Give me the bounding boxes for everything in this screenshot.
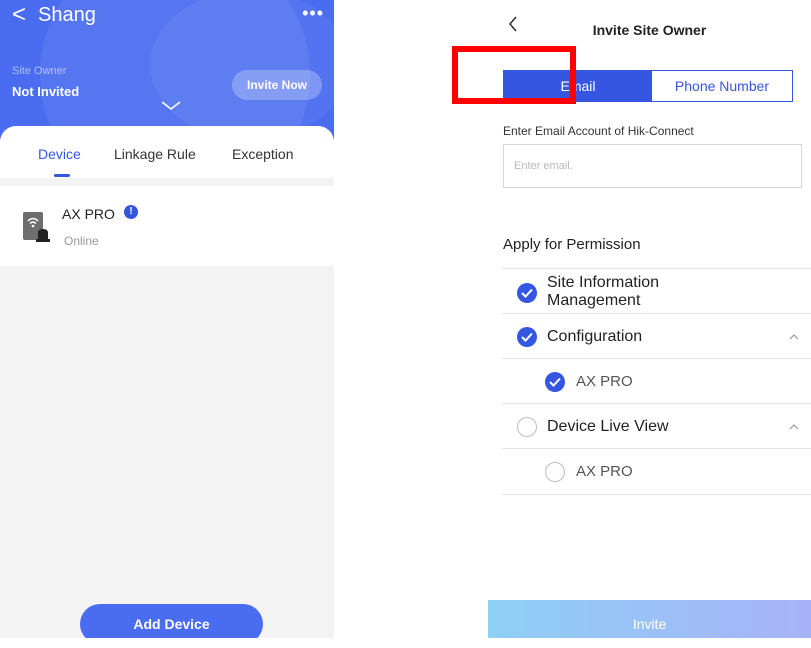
- active-tab-indicator: [54, 174, 70, 177]
- alert-icon[interactable]: !: [124, 205, 138, 219]
- chevron-up-icon[interactable]: [789, 334, 799, 340]
- permission-label: AX PRO: [576, 463, 633, 480]
- permission-configuration[interactable]: Configuration: [502, 313, 811, 359]
- alarm-panel-icon: [23, 212, 50, 242]
- tab-exception[interactable]: Exception: [232, 146, 293, 162]
- tab-device[interactable]: Device: [38, 146, 81, 162]
- invite-button[interactable]: Invite: [488, 600, 811, 638]
- annotation-highlight-box: [452, 46, 576, 104]
- device-status: Online: [64, 234, 99, 248]
- permission-site-information-management[interactable]: Site Information Management: [502, 268, 811, 314]
- checked-icon: [517, 327, 537, 347]
- site-owner-status: Not Invited: [12, 84, 80, 99]
- device-list-item[interactable]: AX PRO ! Online: [0, 186, 334, 266]
- checked-icon: [517, 283, 537, 303]
- permission-label: AX PRO: [576, 373, 633, 390]
- permission-configuration-ax-pro[interactable]: AX PRO: [502, 358, 811, 404]
- invite-now-button[interactable]: Invite Now: [232, 70, 322, 100]
- permission-label: Device Live View: [547, 418, 669, 435]
- tab-linkage-rule[interactable]: Linkage Rule: [114, 146, 196, 162]
- device-name: AX PRO: [62, 206, 115, 222]
- permission-device-live-view[interactable]: Device Live View: [502, 403, 811, 449]
- permission-live-view-ax-pro[interactable]: AX PRO: [502, 448, 811, 495]
- permission-label-line2: Management: [547, 292, 641, 309]
- more-options-icon[interactable]: •••: [302, 0, 324, 26]
- segment-phone-number[interactable]: Phone Number: [652, 71, 792, 101]
- add-device-button[interactable]: Add Device: [80, 604, 263, 638]
- permission-label-line1: Site Information: [547, 274, 660, 291]
- site-title: Shang: [38, 4, 96, 26]
- permission-label: Configuration: [547, 328, 643, 345]
- site-header: < Shang ••• Site Owner Not Invited Invit…: [0, 0, 334, 140]
- checked-icon: [545, 372, 565, 392]
- page-title: Invite Site Owner: [592, 22, 707, 38]
- unchecked-icon: [517, 417, 537, 437]
- chevron-down-icon[interactable]: [160, 100, 182, 112]
- site-detail-screen: < Shang ••• Site Owner Not Invited Invit…: [0, 0, 334, 638]
- chevron-up-icon[interactable]: [789, 424, 799, 430]
- email-input[interactable]: [503, 144, 802, 188]
- back-button[interactable]: <: [12, 0, 26, 30]
- permission-section-title: Apply for Permission: [503, 236, 641, 253]
- unchecked-icon: [545, 462, 565, 482]
- tab-bar: Device Linkage Rule Exception: [0, 126, 334, 178]
- email-field-label: Enter Email Account of Hik-Connect: [503, 124, 694, 138]
- site-owner-label: Site Owner: [12, 65, 67, 77]
